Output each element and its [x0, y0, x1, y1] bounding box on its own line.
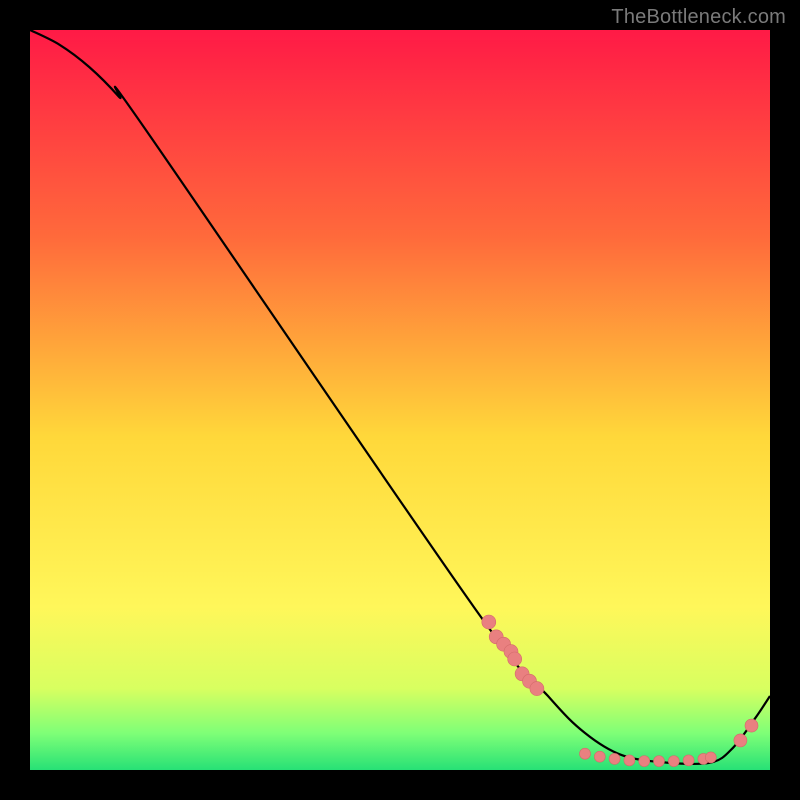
data-dot — [624, 755, 635, 766]
chart-svg — [30, 30, 770, 770]
marker-dots — [482, 615, 758, 767]
bottleneck-curve — [30, 30, 770, 764]
data-dot — [745, 719, 758, 732]
data-dot — [594, 751, 605, 762]
data-dot — [668, 756, 679, 767]
chart-frame — [30, 30, 770, 770]
data-dot — [508, 652, 522, 666]
data-dot — [609, 753, 620, 764]
watermark-text: TheBottleneck.com — [611, 6, 786, 29]
data-dot — [639, 756, 650, 767]
data-dot — [705, 752, 716, 763]
data-dot — [683, 755, 694, 766]
page-root: TheBottleneck.com — [0, 0, 800, 800]
data-dot — [654, 756, 665, 767]
data-dot — [734, 734, 747, 747]
data-dot — [482, 615, 496, 629]
data-dot — [580, 748, 591, 759]
data-dot — [530, 682, 544, 696]
